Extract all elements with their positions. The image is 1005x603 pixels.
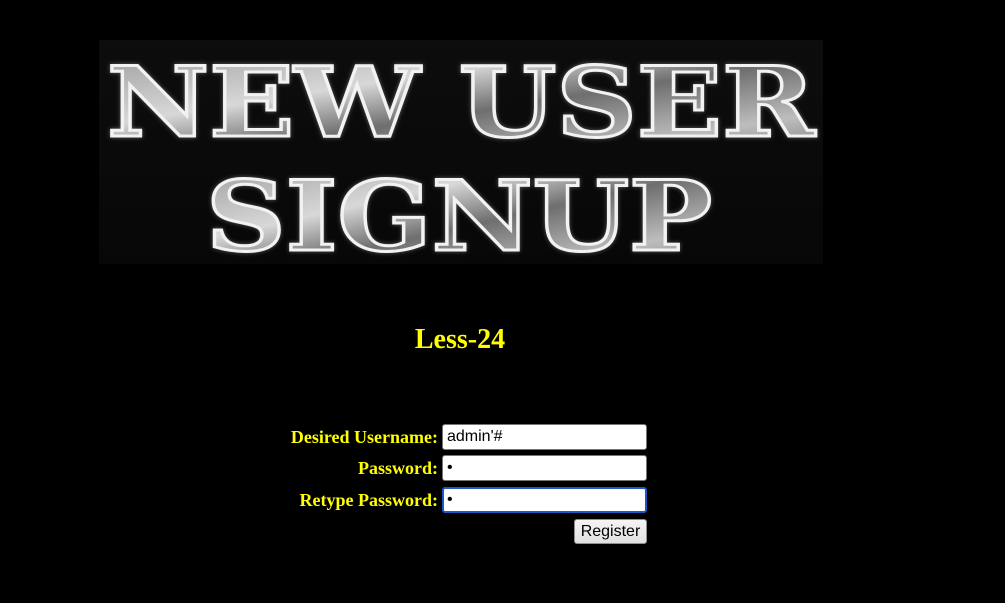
password-label: Password: <box>358 458 438 478</box>
username-row: Desired Username: <box>200 424 660 450</box>
retype-password-row: Retype Password: <box>200 487 660 513</box>
username-input[interactable] <box>442 424 647 450</box>
retype-password-input[interactable] <box>442 487 647 513</box>
retype-password-label: Retype Password: <box>299 490 438 510</box>
signup-banner: NEW USER SIGNUP <box>99 40 823 264</box>
register-button[interactable]: Register <box>574 519 647 544</box>
banner-line-2: SIGNUP <box>206 160 712 264</box>
password-input[interactable] <box>442 455 647 481</box>
lesson-title: Less-24 <box>414 324 506 355</box>
username-label: Desired Username: <box>290 427 438 447</box>
password-row: Password: <box>200 455 660 481</box>
signup-banner-graphic: NEW USER SIGNUP <box>106 45 818 265</box>
banner-line-1: NEW USER <box>107 46 816 159</box>
